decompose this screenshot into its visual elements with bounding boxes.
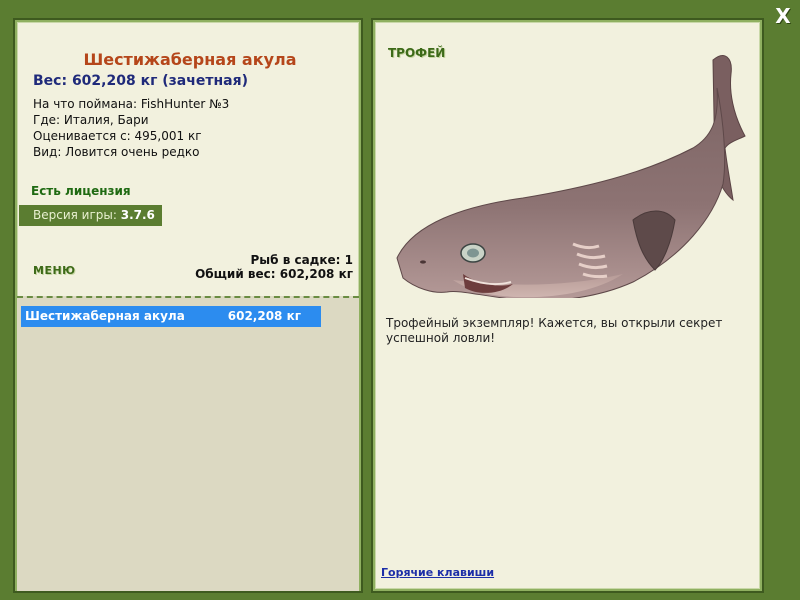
catch-list[interactable]: Шестижаберная акула 602,208 кг — [17, 296, 359, 591]
list-item[interactable]: Шестижаберная акула 602,208 кг — [21, 306, 321, 327]
license-status: Есть лицензия — [31, 184, 131, 198]
shark-image — [396, 55, 746, 298]
version-value: 3.7.6 — [120, 208, 155, 222]
trophy-panel: ТРОФЕЙ Трофейный экземпляр! Кажется, вы … — [373, 20, 762, 591]
hotkeys-link[interactable]: Горячие клавиши — [381, 566, 494, 579]
fish-title: Шестижаберная акула — [83, 50, 297, 69]
info-min-weight: Оценивается с: 495,001 кг — [33, 129, 202, 143]
fish-in-net-count: Рыб в садке: 1 — [250, 253, 354, 267]
list-item-name: Шестижаберная акула — [25, 309, 185, 323]
catch-info-panel: Шестижаберная акула Вес: 602,208 кг (зач… — [15, 20, 361, 591]
info-rarity: Вид: Ловится очень редко — [33, 145, 200, 159]
close-button[interactable]: X — [770, 3, 796, 29]
trophy-description: Трофейный экземпляр! Кажется, вы открыли… — [386, 316, 723, 345]
menu-button[interactable]: МЕНЮ — [33, 264, 76, 277]
list-item-weight: 602,208 кг — [227, 309, 301, 323]
info-location: Где: Италия, Бари — [33, 113, 149, 127]
total-weight: Общий вес: 602,208 кг — [195, 267, 353, 281]
info-bait: На что поймана: FishHunter №3 — [33, 97, 230, 111]
version-label: Версия игры: — [33, 208, 117, 222]
fish-weight: Вес: 602,208 кг (зачетная) — [33, 73, 248, 89]
game-version-badge: Версия игры: 3.7.6 — [19, 205, 162, 226]
